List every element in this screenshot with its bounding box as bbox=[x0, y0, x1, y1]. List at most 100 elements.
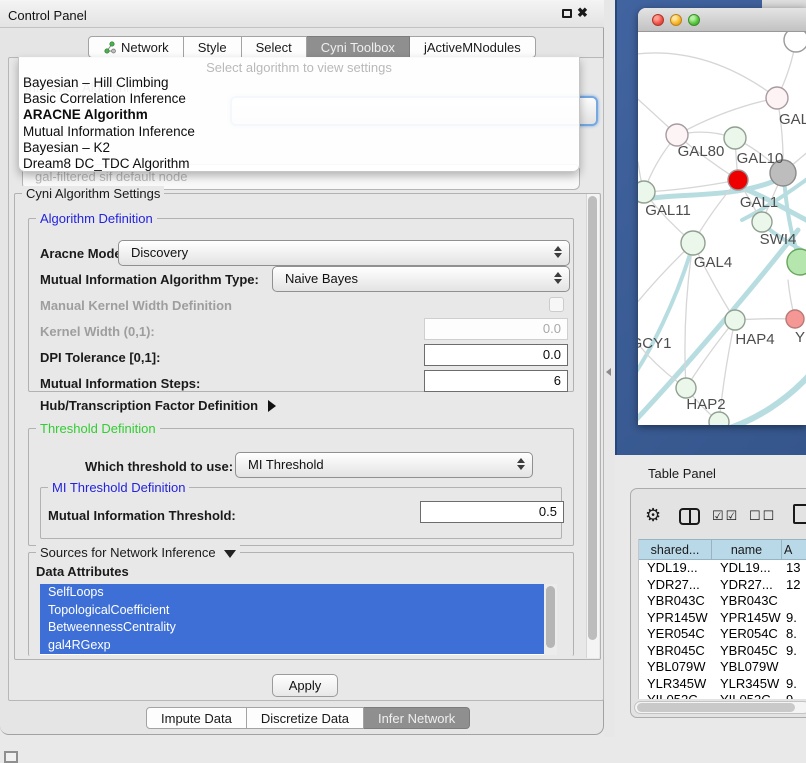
algorithm-option-mutual-information-inference[interactable]: Mutual Information Inference bbox=[19, 124, 579, 140]
table-cell: YDR27... bbox=[712, 577, 782, 594]
sources-group-title[interactable]: Sources for Network Inference bbox=[36, 545, 240, 560]
control-panel-title: Control Panel bbox=[8, 8, 87, 23]
node-table[interactable]: shared...nameA YDL19...YDL19...13YDR27..… bbox=[638, 539, 806, 699]
tab-network[interactable]: Network bbox=[88, 36, 184, 58]
column-header-a[interactable]: A bbox=[782, 539, 806, 560]
gear-icon[interactable]: ⚙ bbox=[645, 505, 661, 526]
table-cell: YPR145W bbox=[712, 610, 782, 627]
attribute-item-topologicalcoefficient[interactable]: TopologicalCoefficient bbox=[40, 602, 544, 620]
network-node[interactable] bbox=[784, 32, 806, 52]
network-node-y[interactable] bbox=[786, 310, 804, 328]
table-row[interactable]: YLR345WYLR345W9. bbox=[639, 676, 806, 693]
tab-jactivemnodules[interactable]: jActiveMNodules bbox=[410, 36, 536, 58]
attributes-scrollbar-thumb[interactable] bbox=[546, 586, 555, 648]
manual-kernel-checkbox[interactable] bbox=[549, 297, 564, 312]
network-node-gal10[interactable] bbox=[724, 127, 746, 149]
which-threshold-label: Which threshold to use: bbox=[85, 459, 233, 474]
aracne-mode-value: Discovery bbox=[131, 245, 188, 260]
table-row[interactable]: YPR145WYPR145W9. bbox=[639, 610, 806, 627]
table-row[interactable]: YIL052CYIL052C9. bbox=[639, 692, 806, 699]
expand-right-icon bbox=[268, 400, 276, 412]
attribute-item-gal4rgexp[interactable]: gal4RGexp bbox=[40, 637, 544, 655]
hide-columns-unchecked-icon[interactable]: ☐☐ bbox=[749, 508, 776, 524]
tab-style[interactable]: Style bbox=[184, 36, 242, 58]
table-row[interactable]: YBR045CYBR045C9. bbox=[639, 643, 806, 660]
mi-type-select[interactable]: Naive Bayes bbox=[272, 266, 570, 292]
close-icon[interactable]: ✖ bbox=[577, 5, 588, 21]
table-cell: 9. bbox=[782, 610, 806, 627]
apply-button[interactable]: Apply bbox=[272, 674, 338, 697]
column-header-shared-[interactable]: shared... bbox=[639, 539, 712, 560]
table-row[interactable]: YBL079WYBL079W bbox=[639, 659, 806, 676]
kernel-width-label: Kernel Width (0,1): bbox=[40, 324, 155, 339]
mi-threshold-label: Mutual Information Threshold: bbox=[48, 508, 236, 523]
network-node[interactable] bbox=[709, 412, 729, 425]
minimize-traffic-light-icon[interactable] bbox=[670, 14, 682, 26]
network-node-hap4[interactable] bbox=[725, 310, 745, 330]
algorithm-option-bayesian-k2[interactable]: Bayesian – K2 bbox=[19, 140, 579, 156]
table-cell bbox=[782, 659, 806, 676]
mi-steps-field[interactable]: 6 bbox=[424, 370, 568, 392]
tab-discretize-data[interactable]: Discretize Data bbox=[247, 707, 364, 729]
network-view[interactable]: GALGAL80GAL10GAL1GAL11GAL4SWI4GCY1HAP4YH… bbox=[638, 32, 806, 425]
network-node-hap2[interactable] bbox=[676, 378, 696, 398]
table-row[interactable]: YBR043CYBR043C bbox=[639, 593, 806, 610]
column-header-name[interactable]: name bbox=[712, 539, 782, 560]
table-cell: YER054C bbox=[639, 626, 712, 643]
network-edge[interactable] bbox=[638, 243, 693, 322]
network-node-swi4[interactable] bbox=[787, 249, 806, 275]
network-node-gal1[interactable] bbox=[752, 212, 772, 232]
table-cell: YIL052C bbox=[639, 692, 712, 699]
stepper-arrows-icon bbox=[517, 458, 525, 470]
algorithm-option-aracne-algorithm[interactable]: ARACNE Algorithm bbox=[19, 107, 579, 123]
algorithm-option-dream8-dc-tdc-algorithm[interactable]: Dream8 DC_TDC Algorithm bbox=[19, 156, 579, 172]
tab-cyni-toolbox[interactable]: Cyni Toolbox bbox=[307, 36, 410, 58]
network-edge-highlight[interactable] bbox=[724, 370, 806, 425]
tab-label: Style bbox=[198, 37, 227, 58]
mi-steps-label: Mutual Information Steps: bbox=[40, 376, 200, 391]
tab-label: Select bbox=[256, 37, 292, 58]
show-columns-checked-icon[interactable]: ☑☑ bbox=[712, 508, 739, 524]
network-edge[interactable] bbox=[638, 53, 777, 98]
attribute-item-selfloops[interactable]: SelfLoops bbox=[40, 584, 544, 602]
algorithm-option-basic-correlation-inference[interactable]: Basic Correlation Inference bbox=[19, 91, 579, 107]
zoom-traffic-light-icon[interactable] bbox=[688, 14, 700, 26]
network-node-gal11[interactable] bbox=[638, 181, 655, 203]
network-edge[interactable] bbox=[677, 98, 777, 135]
stepper-arrows-icon bbox=[554, 246, 562, 258]
tab-infer-network[interactable]: Infer Network bbox=[364, 707, 470, 729]
tab-label: Network bbox=[121, 37, 169, 58]
columns-icon[interactable] bbox=[679, 508, 700, 525]
table-cell: 13 bbox=[782, 560, 806, 577]
node-label-gal80: GAL80 bbox=[678, 143, 725, 160]
settings-scrollbar-thumb[interactable] bbox=[588, 196, 597, 640]
table-row[interactable]: YDL19...YDL19...13 bbox=[639, 560, 806, 577]
table-cell: YDL19... bbox=[639, 560, 712, 577]
close-traffic-light-icon[interactable] bbox=[652, 14, 664, 26]
aracne-mode-select[interactable]: Discovery bbox=[118, 240, 570, 266]
node-label-gal11: GAL11 bbox=[645, 202, 691, 219]
data-attributes-list[interactable]: SelfLoopsTopologicalCoefficientBetweenne… bbox=[40, 584, 545, 655]
mi-threshold-field[interactable]: 0.5 bbox=[420, 501, 564, 523]
which-threshold-select[interactable]: MI Threshold bbox=[235, 452, 533, 478]
collapse-left-icon[interactable] bbox=[606, 368, 611, 376]
float-window-icon[interactable] bbox=[562, 9, 572, 18]
attribute-item-betweennesscentrality[interactable]: BetweennessCentrality bbox=[40, 619, 544, 637]
tab-impute-data[interactable]: Impute Data bbox=[146, 707, 247, 729]
network-node[interactable] bbox=[728, 170, 748, 190]
algorithm-option-bayesian-hill-climbing[interactable]: Bayesian – Hill Climbing bbox=[19, 75, 579, 91]
tab-select[interactable]: Select bbox=[242, 36, 307, 58]
table-scrollbar-thumb[interactable] bbox=[637, 703, 795, 712]
table-row[interactable]: YDR27...YDR27...12 bbox=[639, 577, 806, 594]
hub-definition-expander[interactable]: Hub/Transcription Factor Definition bbox=[40, 398, 276, 413]
table-row[interactable]: YER054CYER054C8. bbox=[639, 626, 806, 643]
network-node-gal4[interactable] bbox=[681, 231, 705, 255]
kernel-width-field[interactable]: 0.0 bbox=[424, 318, 568, 340]
table-body: YDL19...YDL19...13YDR27...YDR27...12YBR0… bbox=[639, 560, 806, 699]
network-node-gal[interactable] bbox=[766, 87, 788, 109]
dpi-tolerance-field[interactable]: 0.0 bbox=[424, 344, 568, 366]
taskbar-mini-icon[interactable] bbox=[4, 751, 18, 763]
mi-threshold-group-title: MI Threshold Definition bbox=[48, 480, 189, 495]
export-table-icon[interactable] bbox=[793, 504, 806, 524]
bottom-tab-bar: Impute DataDiscretize DataInfer Network bbox=[146, 707, 470, 729]
